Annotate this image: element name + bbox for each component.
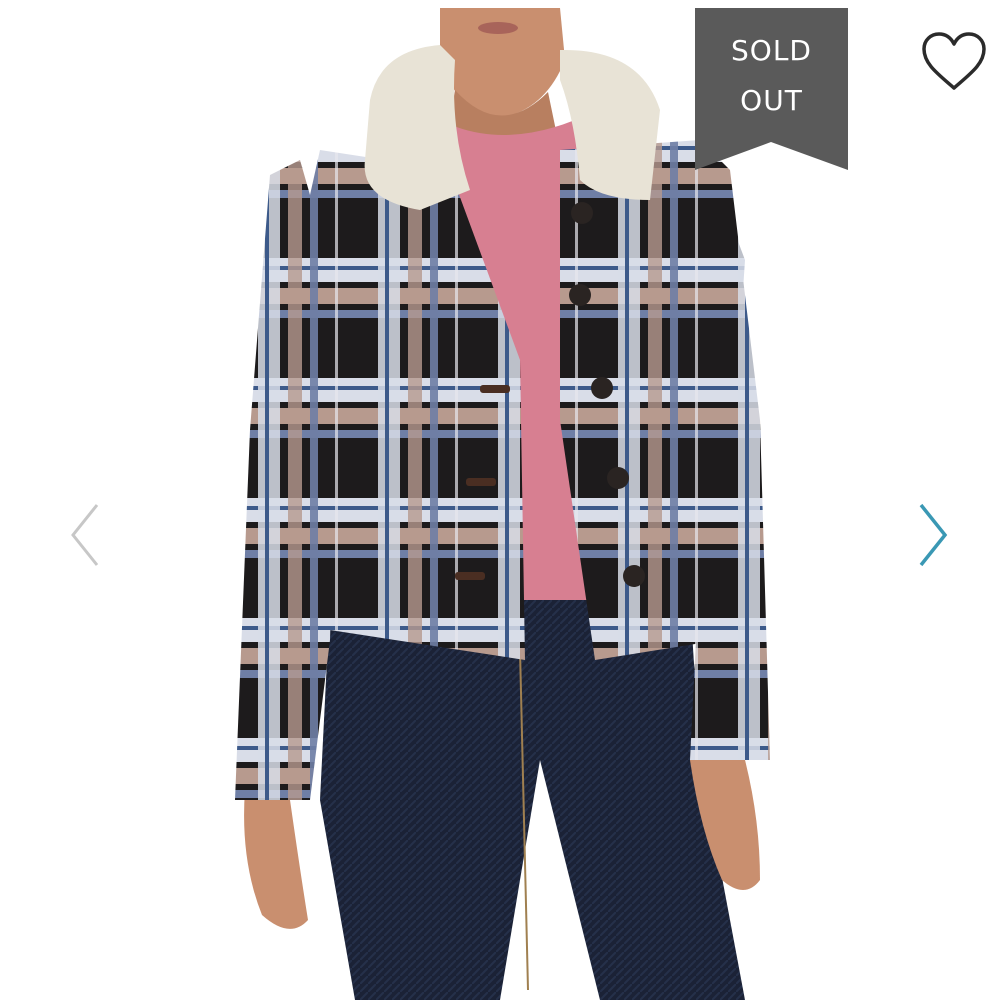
product-gallery: SOLD OUT [0, 0, 1000, 1000]
chevron-right-icon [919, 503, 948, 567]
product-image [235, 8, 770, 1000]
sold-out-line-2: OUT [740, 84, 803, 117]
previous-image-button[interactable] [60, 495, 110, 575]
next-image-button[interactable] [908, 495, 958, 575]
favorite-button[interactable] [918, 30, 990, 92]
sold-out-line-1: SOLD [731, 34, 812, 67]
heart-outline-icon [922, 32, 986, 90]
chevron-left-icon [71, 504, 99, 566]
sold-out-badge: SOLD OUT [695, 8, 848, 170]
